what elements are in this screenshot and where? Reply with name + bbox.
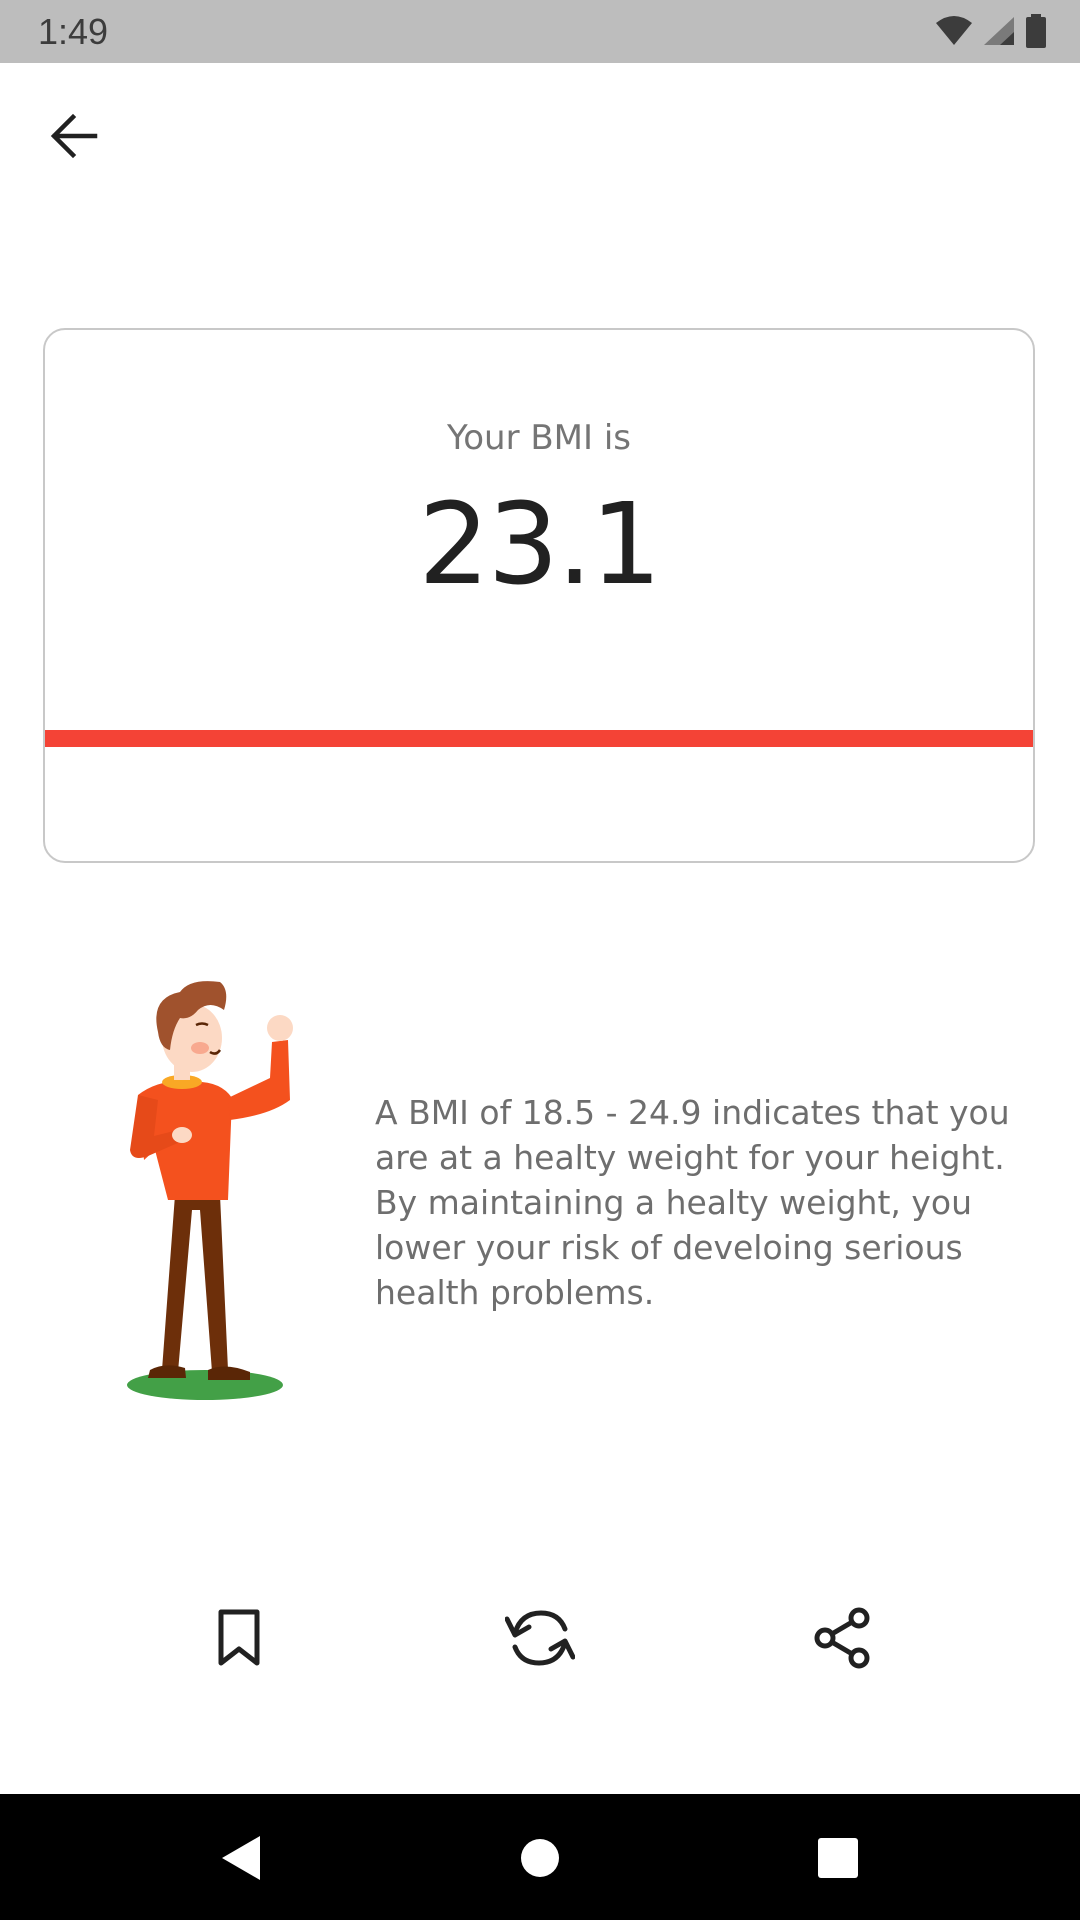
back-button[interactable] <box>44 108 104 164</box>
nav-back-icon <box>222 1836 260 1880</box>
nav-recents-button[interactable] <box>810 1830 866 1886</box>
nav-back-button[interactable] <box>212 1830 268 1886</box>
bmi-result-card: Your BMI is 23.1 <box>43 328 1035 863</box>
bmi-result-screen: 1:49 Your BMI is 23.1 A BMI of 18.5 - 24… <box>0 0 1080 1920</box>
share-button[interactable] <box>804 1605 880 1671</box>
refresh-icon <box>505 1610 575 1666</box>
system-nav-bar <box>0 1794 1080 1920</box>
arrow-left-icon <box>50 113 98 159</box>
battery-icon <box>1026 14 1046 48</box>
bookmark-button[interactable] <box>201 1605 277 1671</box>
nav-home-icon <box>521 1839 559 1877</box>
nav-home-button[interactable] <box>512 1830 568 1886</box>
share-icon <box>814 1607 870 1669</box>
status-bar: 1:49 <box>0 0 1080 63</box>
healthy-man-illustration <box>127 981 293 1400</box>
nav-recents-icon <box>818 1838 858 1878</box>
status-icons <box>934 14 1048 48</box>
refresh-button[interactable] <box>502 1605 578 1671</box>
bookmark-icon <box>218 1609 260 1666</box>
status-time: 1:49 <box>38 11 109 52</box>
cell-signal-icon <box>984 17 1014 45</box>
bmi-value: 23.1 <box>418 480 661 610</box>
wifi-icon <box>936 16 972 45</box>
bmi-indicator-bar <box>45 730 1033 747</box>
bmi-label: Your BMI is <box>446 418 632 458</box>
bmi-description: A BMI of 18.5 - 24.9 indicates that you … <box>375 1093 1010 1312</box>
